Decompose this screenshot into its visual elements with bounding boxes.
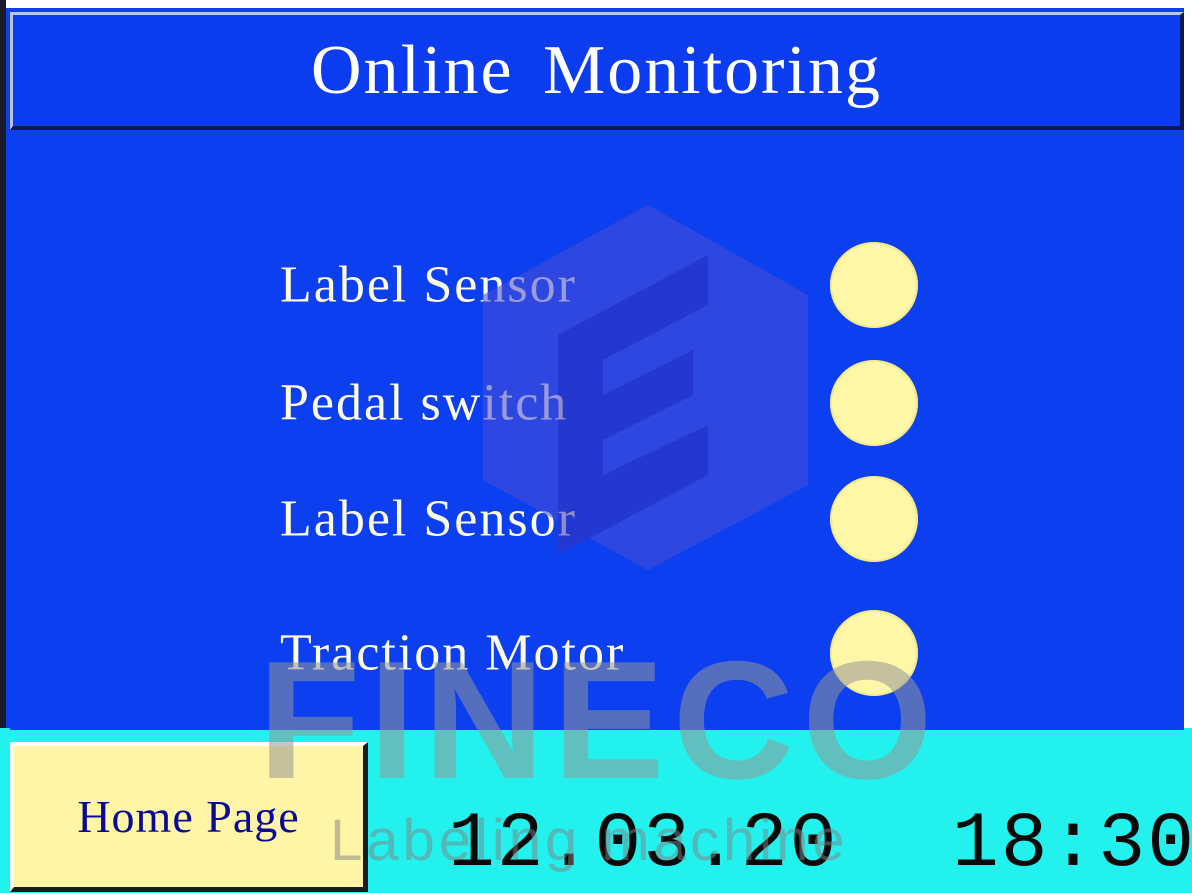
monitor-row-traction-motor: Traction Motor: [0, 608, 1192, 698]
monitor-label: Pedal switch: [280, 374, 569, 432]
home-page-button[interactable]: Home Page: [10, 742, 368, 892]
lamp-icon: [830, 360, 918, 446]
monitor-label: Label Sensor: [280, 490, 577, 548]
monitor-row-pedal-switch: Pedal switch: [0, 358, 1192, 448]
monitor-label: Label Sensor: [280, 256, 577, 314]
home-page-button-label: Home Page: [77, 791, 300, 842]
title-bar: Online Monitoring: [10, 12, 1184, 130]
lamp-icon: [830, 476, 918, 562]
lamp-icon: [830, 610, 918, 696]
date-display: 12.03.20: [448, 801, 839, 889]
monitor-label: Traction Motor: [280, 624, 626, 682]
page-title: Online Monitoring: [311, 31, 882, 109]
lamp-icon: [830, 242, 918, 328]
hmi-screen: Online Monitoring Label Sensor Pedal swi…: [0, 0, 1192, 893]
monitor-row-label-sensor-1: Label Sensor: [0, 240, 1192, 330]
monitor-row-label-sensor-2: Label Sensor: [0, 474, 1192, 564]
screen-bezel-top: [0, 0, 1192, 8]
time-display: 18:30: [952, 801, 1192, 889]
footer-divider: [10, 728, 1184, 730]
